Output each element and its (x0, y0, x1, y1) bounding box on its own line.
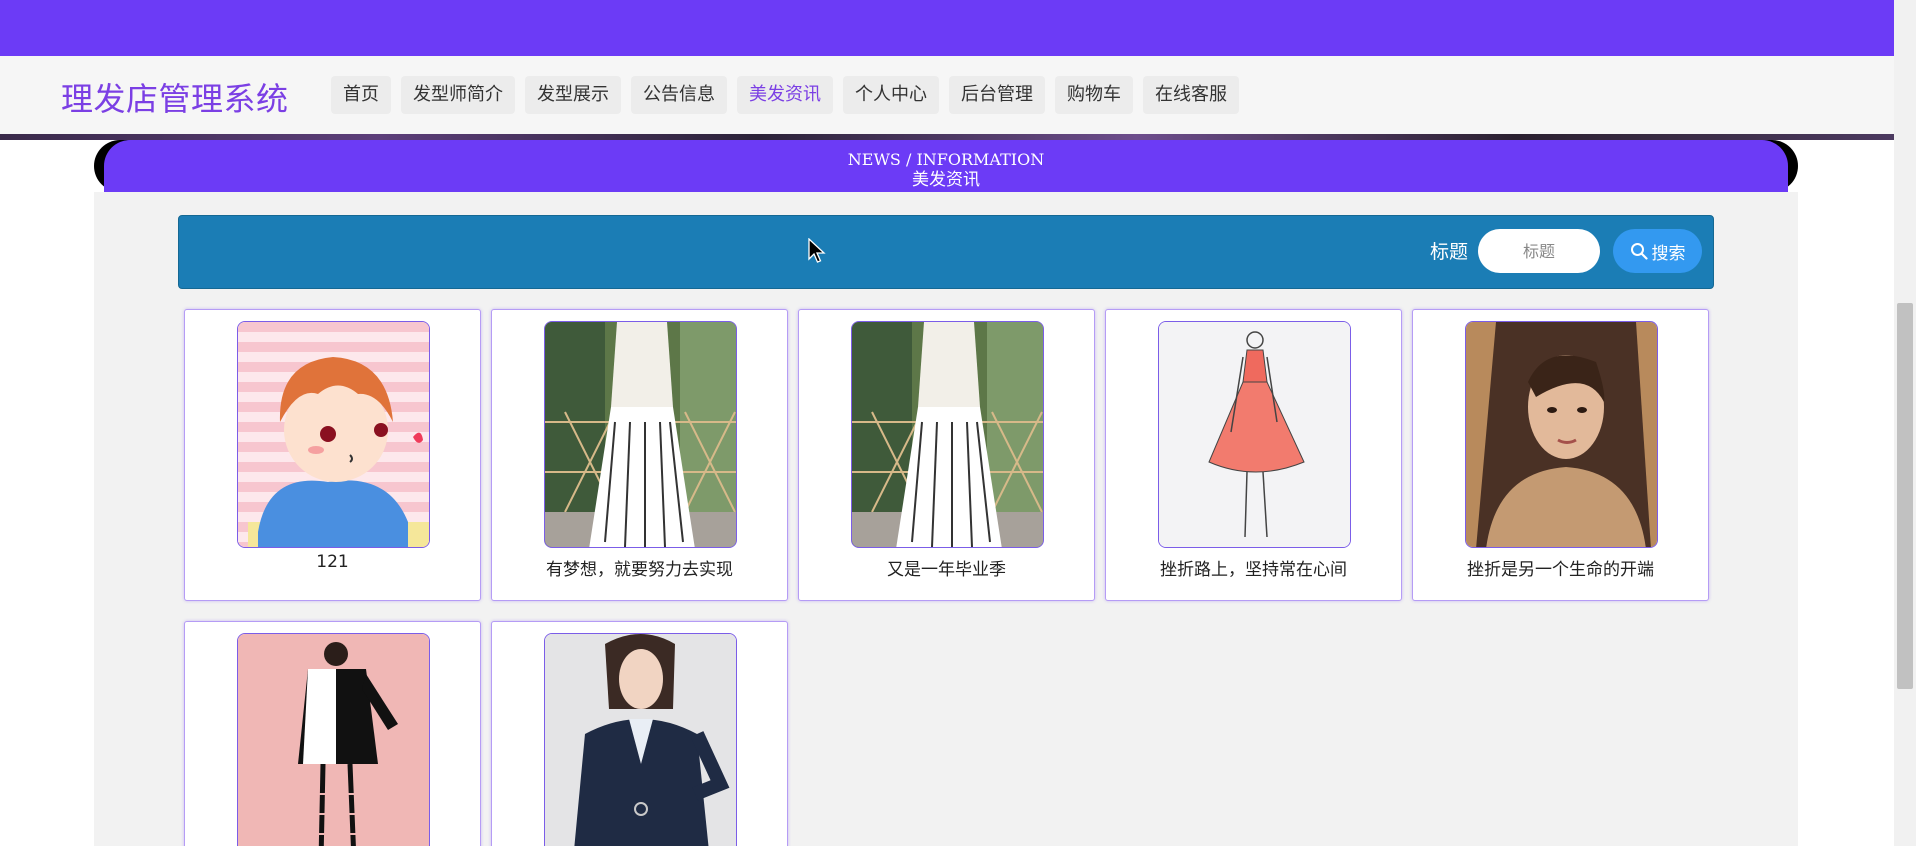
news-caption[interactable]: 挫折是另一个生命的开端 (1413, 555, 1708, 580)
search-button-label: 搜索 (1651, 243, 1686, 263)
site-brand[interactable]: 理发店管理系统 (61, 74, 289, 120)
news-thumbnail[interactable] (851, 321, 1044, 548)
nav-item-hair-news[interactable]: 美发资讯 (737, 76, 833, 114)
nav-item-personal-center[interactable]: 个人中心 (843, 76, 939, 114)
news-thumbnail[interactable] (544, 321, 737, 548)
news-caption[interactable]: 挫折路上，坚持常在心间 (1106, 555, 1401, 580)
scrollbar-thumb[interactable] (1897, 303, 1913, 689)
news-caption[interactable]: 有梦想，就要努力去实现 (492, 555, 787, 580)
news-thumbnail[interactable] (1158, 321, 1351, 548)
search-icon (1630, 243, 1648, 260)
news-thumbnail[interactable] (237, 321, 430, 548)
news-card[interactable]: 有梦想，就要努力去实现 (491, 309, 788, 601)
news-caption[interactable]: 又是一年毕业季 (799, 555, 1094, 580)
news-card[interactable] (184, 621, 481, 846)
nav-item-admin[interactable]: 后台管理 (949, 76, 1045, 114)
news-card[interactable]: 挫折是另一个生命的开端 (1412, 309, 1709, 601)
news-card[interactable] (491, 621, 788, 846)
nav-item-stylists[interactable]: 发型师简介 (401, 76, 515, 114)
news-thumbnail[interactable] (237, 633, 430, 846)
nav-item-cart[interactable]: 购物车 (1055, 76, 1133, 114)
nav-item-customer-service[interactable]: 在线客服 (1143, 76, 1239, 114)
section-title-en: NEWS / INFORMATION (847, 150, 1045, 169)
news-card[interactable]: 121 (184, 309, 481, 601)
news-caption[interactable]: 121 (185, 552, 480, 572)
nav-item-home[interactable]: 首页 (331, 76, 391, 114)
news-card[interactable]: 又是一年毕业季 (798, 309, 1095, 601)
section-title-cn: 美发资讯 (912, 170, 980, 190)
navigation-bar: 理发店管理系统 首页 发型师简介 发型展示 公告信息 美发资讯 个人中心 后台管… (0, 56, 1894, 134)
nav-menu: 首页 发型师简介 发型展示 公告信息 美发资讯 个人中心 后台管理 购物车 在线… (331, 76, 1239, 114)
news-card[interactable]: 挫折路上，坚持常在心间 (1105, 309, 1402, 601)
news-thumbnail[interactable] (544, 633, 737, 846)
news-thumbnail[interactable] (1465, 321, 1658, 548)
title-search-input[interactable] (1478, 229, 1600, 273)
section-header: NEWS / INFORMATION 美发资讯 (104, 140, 1788, 192)
top-color-bar (0, 0, 1894, 56)
nav-item-announcements[interactable]: 公告信息 (631, 76, 727, 114)
mouse-cursor-icon (808, 238, 826, 263)
nav-item-hairstyles[interactable]: 发型展示 (525, 76, 621, 114)
search-button[interactable]: 搜索 (1613, 229, 1702, 273)
search-label: 标题 (1430, 241, 1469, 263)
